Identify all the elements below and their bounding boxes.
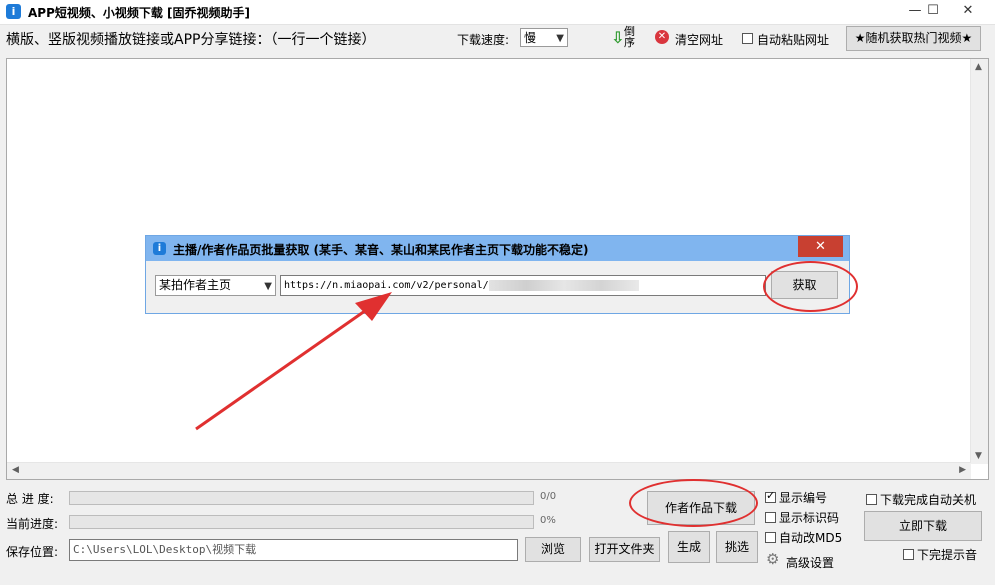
total-progress-bar	[69, 491, 534, 505]
current-progress-value: 0%	[540, 515, 556, 526]
show-id-label: 显示标识码	[779, 511, 840, 525]
auto-shutdown-checkbox[interactable]	[866, 492, 877, 506]
total-progress-label: 总 进 度:	[6, 492, 54, 506]
auto-md5-checkbox[interactable]	[765, 530, 776, 544]
current-progress-label: 当前进度:	[6, 517, 59, 531]
pick-button[interactable]: 挑选	[716, 531, 758, 563]
completion-sound-checkbox[interactable]	[903, 547, 914, 561]
open-folder-button[interactable]: 打开文件夹	[589, 537, 660, 562]
show-number-label: 显示编号	[779, 491, 828, 505]
auto-shutdown-label: 下载完成自动关机	[880, 493, 977, 507]
auto-md5-box[interactable]	[765, 532, 776, 543]
annotation-circle-author-download	[629, 479, 758, 527]
show-id-checkbox[interactable]	[765, 510, 776, 524]
gear-icon[interactable]: ⚙	[766, 550, 779, 568]
save-path-input[interactable]: C:\Users\LOL\Desktop\视频下载	[69, 539, 518, 561]
auto-shutdown-box[interactable]	[866, 494, 877, 505]
show-id-box[interactable]	[765, 512, 776, 523]
save-location-label: 保存位置:	[6, 545, 59, 559]
total-progress-value: 0/0	[540, 491, 557, 502]
show-number-box[interactable]	[765, 489, 776, 503]
auto-md5-label: 自动改MD5	[779, 531, 843, 545]
current-progress-bar	[69, 515, 534, 529]
advanced-settings-button[interactable]: 高级设置	[786, 554, 834, 571]
annotation-arrow-head	[355, 292, 392, 321]
completion-sound-box[interactable]	[903, 549, 914, 560]
annotation-arrow-line	[195, 304, 373, 431]
completion-sound-label: 下完提示音	[917, 548, 978, 562]
download-now-button[interactable]: 立即下载	[864, 511, 982, 541]
generate-button[interactable]: 生成	[668, 531, 710, 563]
browse-button[interactable]: 浏览	[525, 537, 581, 562]
show-number-checkbox[interactable]	[765, 489, 776, 504]
